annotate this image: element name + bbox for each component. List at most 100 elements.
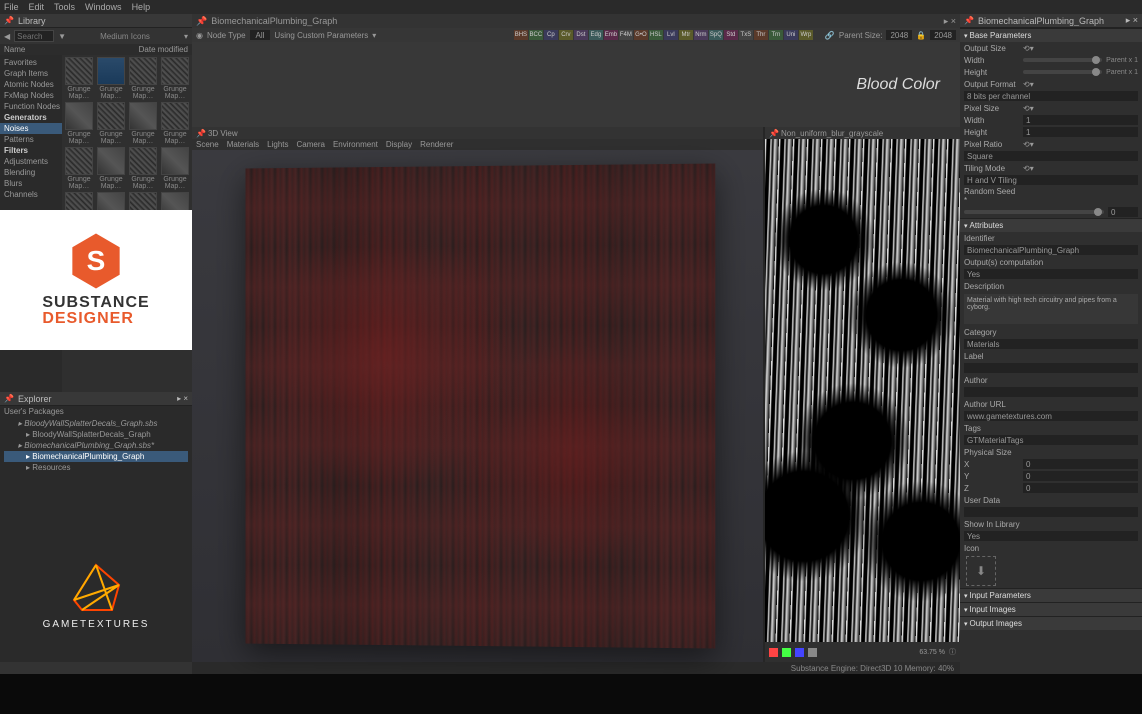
node-shortcut[interactable]: BHS — [514, 30, 528, 40]
library-category-adjustments[interactable]: Adjustments — [0, 156, 62, 167]
section-base-parameters[interactable]: Base Parameters — [960, 28, 1142, 42]
library-thumb[interactable]: Grunge Map… — [64, 147, 94, 190]
relative-icon[interactable]: ⟲▾ — [1023, 80, 1034, 89]
library-category-favorites[interactable]: Favorites — [0, 57, 62, 68]
node-shortcut[interactable]: F4M — [619, 30, 633, 40]
tiling-field[interactable]: H and V Tiling — [964, 175, 1138, 185]
pixel-width-field[interactable]: 1 — [1023, 115, 1138, 125]
width-slider[interactable] — [1023, 58, 1102, 62]
pin-icon[interactable]: 📌 — [196, 16, 207, 27]
pin-icon[interactable]: 📌 — [769, 129, 779, 138]
icon-drop-target[interactable]: ⬇ — [966, 556, 996, 586]
view-mode-dropdown[interactable]: Medium Icons — [70, 32, 180, 41]
menu-windows[interactable]: Windows — [85, 2, 122, 12]
library-thumb[interactable]: Grunge Map… — [64, 57, 94, 100]
3d-menu-environment[interactable]: Environment — [333, 140, 378, 149]
channel-b-icon[interactable] — [795, 648, 804, 657]
explorer-item[interactable]: ▸ BloodyWallSplatterDecals_Graph.sbs — [4, 418, 188, 429]
lock-icon[interactable]: 🔒 — [916, 31, 926, 40]
3d-viewport[interactable] — [192, 150, 763, 662]
graph-tab[interactable]: BiomechanicalPlumbing_Graph — [211, 16, 337, 26]
physical-z-field[interactable]: 0 — [1023, 483, 1138, 493]
library-category-fxmap-nodes[interactable]: FxMap Nodes — [0, 90, 62, 101]
explorer-item[interactable]: ▸ BiomechanicalPlumbing_Graph.sbs* — [4, 440, 188, 451]
tab-close-icon[interactable]: ▸ × — [944, 16, 956, 27]
node-shortcut[interactable]: SpQ — [709, 30, 723, 40]
node-shortcut[interactable]: HSL — [649, 30, 663, 40]
library-category-blurs[interactable]: Blurs — [0, 178, 62, 189]
node-shortcut[interactable]: G•O — [634, 30, 648, 40]
menu-help[interactable]: Help — [132, 2, 151, 12]
filter-icon[interactable]: ▼ — [58, 32, 66, 41]
node-shortcut[interactable]: Mtr — [679, 30, 693, 40]
pin-icon[interactable]: 📌 — [196, 129, 206, 138]
relative-icon[interactable]: ⟲▾ — [1023, 140, 1034, 149]
node-shortcut[interactable]: Cp — [544, 30, 558, 40]
library-thumb[interactable]: Grunge Map… — [128, 57, 158, 100]
parent-width-field[interactable]: 2048 — [886, 30, 912, 40]
library-category-generators[interactable]: Generators — [0, 112, 62, 123]
panel-menu-icon[interactable]: ▸ × — [177, 394, 188, 403]
identifier-field[interactable]: BiomechanicalPlumbing_Graph — [964, 245, 1138, 255]
info-icon[interactable]: ⓘ — [949, 647, 956, 657]
library-thumb[interactable]: Grunge Map… — [96, 147, 126, 190]
tags-field[interactable]: GTMaterialTags — [964, 435, 1138, 445]
outputs-comp-field[interactable]: Yes — [964, 269, 1138, 279]
node-shortcut[interactable]: BCC — [529, 30, 543, 40]
pixel-ratio-field[interactable]: Square — [964, 151, 1138, 161]
node-type-dropdown[interactable]: All — [250, 30, 271, 40]
3d-menu-scene[interactable]: Scene — [196, 140, 219, 149]
physical-x-field[interactable]: 0 — [1023, 459, 1138, 469]
library-category-graph-items[interactable]: Graph Items — [0, 68, 62, 79]
library-thumb[interactable]: Grunge Map… — [160, 57, 190, 100]
seed-slider[interactable] — [964, 210, 1104, 214]
category-field[interactable]: Materials — [964, 339, 1138, 349]
menu-file[interactable]: File — [4, 2, 19, 12]
explorer-item[interactable]: ▸ BloodyWallSplatterDecals_Graph — [4, 429, 188, 440]
3d-menu-camera[interactable]: Camera — [297, 140, 325, 149]
relative-icon[interactable]: ⟲▾ — [1023, 104, 1034, 113]
node-shortcut[interactable]: Nrm — [694, 30, 708, 40]
output-format-field[interactable]: 8 bits per channel — [964, 91, 1138, 101]
label-field[interactable] — [964, 363, 1138, 373]
pin-icon[interactable]: 📌 — [4, 394, 14, 403]
library-category-blending[interactable]: Blending — [0, 167, 62, 178]
menu-chevron-icon[interactable]: ▾ — [184, 32, 188, 41]
explorer-tab[interactable]: 📌Explorer▸ × — [0, 392, 192, 406]
node-shortcut[interactable]: Thr — [754, 30, 768, 40]
relative-icon[interactable]: ⟲▾ — [1023, 44, 1034, 53]
library-thumb[interactable]: Grunge Map… — [160, 147, 190, 190]
node-shortcut[interactable]: TxS — [739, 30, 753, 40]
col-date[interactable]: Date modified — [139, 45, 188, 54]
library-thumb[interactable]: Grunge Map… — [96, 102, 126, 145]
library-category-channels[interactable]: Channels — [0, 189, 62, 200]
library-thumb[interactable]: Grunge Map… — [128, 102, 158, 145]
explorer-root[interactable]: User's Packages — [0, 406, 192, 417]
section-attributes[interactable]: Attributes — [960, 218, 1142, 232]
node-shortcut[interactable]: Crv — [559, 30, 573, 40]
section-input-images[interactable]: Input Images — [960, 602, 1142, 616]
graph-canvas[interactable]: Blood Color — [192, 42, 960, 127]
3d-menu-display[interactable]: Display — [386, 140, 412, 149]
explorer-item[interactable]: ▸ BiomechanicalPlumbing_Graph — [4, 451, 188, 462]
library-category-filters[interactable]: Filters — [0, 145, 62, 156]
back-icon[interactable]: ◀ — [4, 32, 10, 41]
properties-tab[interactable]: 📌BiomechanicalPlumbing_Graph▸ × — [960, 14, 1142, 28]
library-category-atomic-nodes[interactable]: Atomic Nodes — [0, 79, 62, 90]
user-data-field[interactable] — [964, 507, 1138, 517]
node-shortcut[interactable]: Wrp — [799, 30, 813, 40]
library-thumb[interactable]: Grunge Map… — [96, 57, 126, 100]
author-url-field[interactable]: www.gametextures.com — [964, 411, 1138, 421]
menu-tools[interactable]: Tools — [54, 2, 75, 12]
chevron-down-icon[interactable]: ▾ — [372, 31, 376, 40]
tab-close-icon[interactable]: ▸ × — [1126, 15, 1138, 26]
col-name[interactable]: Name — [4, 45, 139, 54]
node-shortcut[interactable]: Edg — [589, 30, 603, 40]
3d-menu-renderer[interactable]: Renderer — [420, 140, 453, 149]
search-input[interactable] — [14, 30, 54, 42]
seed-value-field[interactable]: 0 — [1108, 207, 1138, 217]
menu-edit[interactable]: Edit — [29, 2, 45, 12]
tool-icon[interactable]: ◉ — [196, 31, 203, 40]
library-tab[interactable]: 📌Library — [0, 14, 192, 28]
library-thumb[interactable]: Grunge Map… — [64, 102, 94, 145]
